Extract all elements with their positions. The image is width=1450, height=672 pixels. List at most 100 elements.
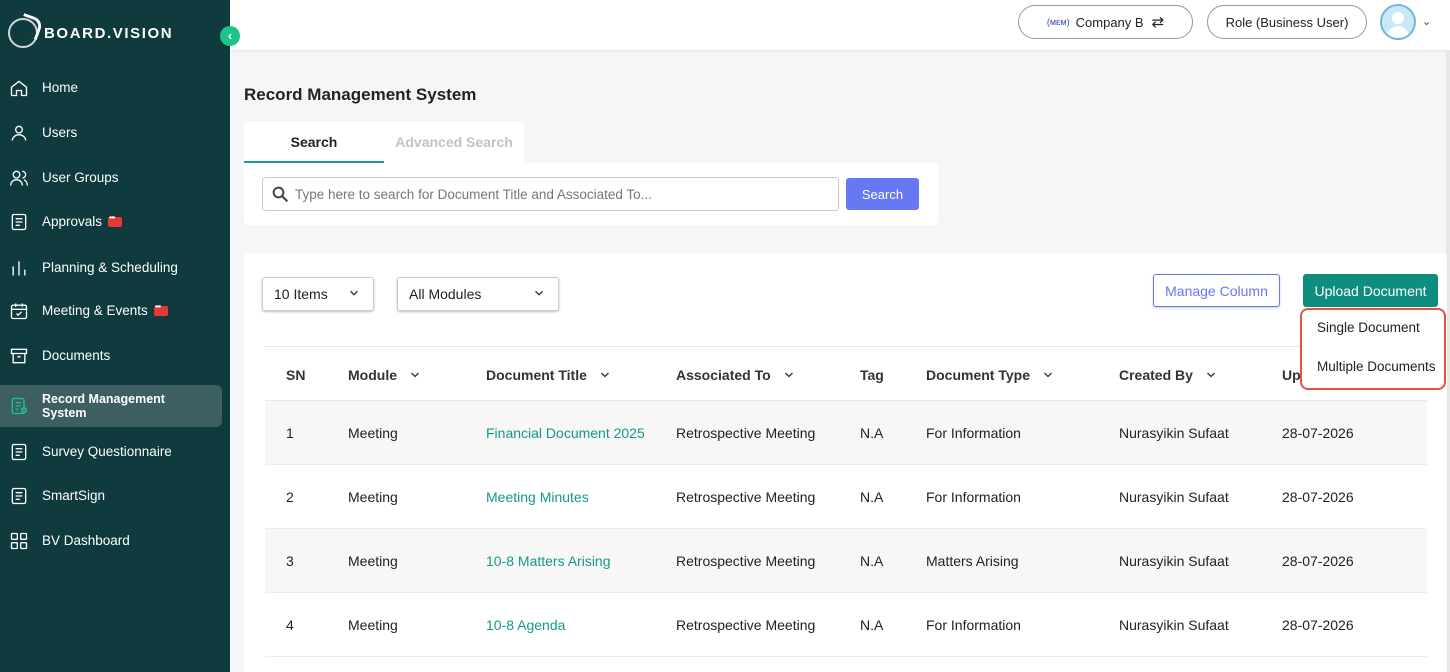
sidebar-item-label: Survey Questionnaire <box>42 444 172 459</box>
sidebar-item-survey[interactable]: Survey Questionnaire <box>0 430 222 474</box>
column-header-created-by[interactable]: Created By <box>1119 347 1217 402</box>
upload-document-button[interactable]: Upload Document <box>1303 274 1438 307</box>
items-per-page-value: 10 Items <box>274 286 328 302</box>
avatar[interactable] <box>1380 4 1416 40</box>
cell-sn: 1 <box>286 425 294 441</box>
sidebar-item-planning[interactable]: Planning & Scheduling <box>0 246 222 290</box>
column-header-tag: Tag <box>860 366 884 383</box>
sidebar-item-users[interactable]: Users <box>0 111 222 155</box>
smartsign-icon <box>9 486 29 506</box>
sort-chevron-icon[interactable] <box>783 369 795 381</box>
cell-module: Meeting <box>348 489 398 505</box>
cell-tag: N.A <box>860 617 884 633</box>
sidebar-item-meeting-events[interactable]: Meeting & Events <box>0 289 222 333</box>
chevron-down-icon <box>350 290 358 296</box>
menu-item-single-document[interactable]: Single Document <box>1317 320 1420 335</box>
cell-date: 28-07-2026 <box>1282 617 1354 633</box>
tab-search[interactable]: Search <box>244 122 384 163</box>
brand-name: BOARD.VISION <box>44 24 174 42</box>
table-row[interactable]: 3 Meeting 10-8 Matters Arising Retrospec… <box>265 529 1427 593</box>
users-icon <box>9 168 29 188</box>
sort-chevron-icon[interactable] <box>409 369 421 381</box>
search-input[interactable] <box>295 186 825 202</box>
sidebar-item-documents[interactable]: Documents <box>0 334 222 378</box>
column-header-document-title[interactable]: Document Title <box>486 347 611 402</box>
cell-created-by: Nurasyikin Sufaat <box>1119 553 1229 569</box>
document-title-link[interactable]: Financial Document 2025 <box>486 401 645 465</box>
cell-associated-to: Retrospective Meeting <box>676 425 816 441</box>
sort-chevron-icon[interactable] <box>599 369 611 381</box>
table-header: SN Module Document Title Associated To T… <box>265 346 1427 401</box>
sidebar-item-bv-dashboard[interactable]: BV Dashboard <box>0 519 222 563</box>
dashboard-icon <box>9 531 29 551</box>
sidebar-item-label: Documents <box>42 348 111 363</box>
sort-chevron-icon[interactable] <box>1205 369 1217 381</box>
document-title-link[interactable]: Meeting Minutes <box>486 465 589 529</box>
table-row[interactable]: 2 Meeting Meeting Minutes Retrospective … <box>265 465 1427 529</box>
cell-created-by: Nurasyikin Sufaat <box>1119 425 1229 441</box>
calendar-check-icon <box>9 301 29 321</box>
items-per-page-select[interactable]: 10 Items <box>262 277 374 311</box>
sidebar-item-label: BV Dashboard <box>42 533 130 548</box>
cell-document-type: For Information <box>926 617 1021 633</box>
sidebar-item-label: Approvals <box>42 214 103 229</box>
approvals-icon <box>9 212 29 232</box>
upload-document-menu: Single Document Multiple Documents <box>1300 308 1446 390</box>
home-icon <box>9 78 29 98</box>
sidebar-item-approvals[interactable]: Approvals <box>0 200 222 244</box>
cell-module: Meeting <box>348 425 398 441</box>
record-icon <box>9 396 29 416</box>
module-filter-select[interactable]: All Modules <box>397 277 559 311</box>
column-header-module[interactable]: Module <box>348 347 421 402</box>
sidebar-item-label: Users <box>42 125 78 140</box>
search-field[interactable] <box>262 177 839 211</box>
company-name: Company B <box>1075 14 1144 30</box>
sidebar-item-smartsign[interactable]: SmartSign <box>0 474 222 518</box>
cell-created-by: Nurasyikin Sufaat <box>1119 617 1229 633</box>
search-tabs: Search Advanced Search <box>244 122 524 163</box>
cell-date: 28-07-2026 <box>1282 553 1354 569</box>
manage-column-button[interactable]: Manage Column <box>1153 274 1280 307</box>
cell-tag: N.A <box>860 489 884 505</box>
column-header-document-type[interactable]: Document Type <box>926 347 1054 402</box>
chevron-down-icon <box>535 290 543 296</box>
document-title-link[interactable]: 10-8 Agenda <box>486 593 565 657</box>
records-card: 10 Items All Modules Manage Column Uploa… <box>244 253 1447 672</box>
sidebar-item-record-management[interactable]: Record Management System <box>0 385 222 427</box>
sidebar: BOARD.VISION Home Users User Groups Appr… <box>0 0 230 672</box>
cell-tag: N.A <box>860 553 884 569</box>
column-header-associated-to[interactable]: Associated To <box>676 347 795 402</box>
cell-sn: 2 <box>286 489 294 505</box>
role-switcher[interactable]: Role (Business User) <box>1207 5 1367 39</box>
search-icon <box>272 186 288 202</box>
table-row[interactable]: 1 Meeting Financial Document 2025 Retros… <box>265 401 1427 465</box>
sidebar-item-label: User Groups <box>42 170 119 185</box>
company-switcher[interactable]: (ᴍᴇᴍ) Company B ⇄ <box>1018 5 1193 39</box>
search-button[interactable]: Search <box>846 178 919 210</box>
document-title-link[interactable]: 10-8 Matters Arising <box>486 529 611 593</box>
top-header: (ᴍᴇᴍ) Company B ⇄ Role (Business User) ⌄ <box>230 0 1450 50</box>
cell-date: 28-07-2026 <box>1282 425 1354 441</box>
bar-chart-icon <box>9 258 29 278</box>
menu-item-multiple-documents[interactable]: Multiple Documents <box>1317 359 1436 374</box>
records-table: SN Module Document Title Associated To T… <box>265 346 1427 657</box>
sidebar-item-user-groups[interactable]: User Groups <box>0 156 222 200</box>
cell-created-by: Nurasyikin Sufaat <box>1119 489 1229 505</box>
company-logo-icon: (ᴍᴇᴍ) <box>1046 17 1070 27</box>
table-row[interactable]: 4 Meeting 10-8 Agenda Retrospective Meet… <box>265 593 1427 657</box>
chevron-down-icon[interactable]: ⌄ <box>1422 15 1431 28</box>
notification-chat-icon <box>108 213 123 227</box>
search-panel: Search <box>244 163 938 225</box>
sort-chevron-icon[interactable] <box>1042 369 1054 381</box>
cell-date: 28-07-2026 <box>1282 489 1354 505</box>
sidebar-item-home[interactable]: Home <box>0 66 222 110</box>
collapse-sidebar-button[interactable]: ‹ <box>220 26 240 46</box>
cell-document-type: For Information <box>926 425 1021 441</box>
tab-advanced-search[interactable]: Advanced Search <box>384 122 524 163</box>
module-filter-value: All Modules <box>409 286 482 302</box>
brand-logo[interactable]: BOARD.VISION <box>8 18 173 48</box>
switch-arrows-icon: ⇄ <box>1151 14 1165 31</box>
sidebar-item-label: SmartSign <box>42 488 106 503</box>
cell-module: Meeting <box>348 617 398 633</box>
column-header-updated[interactable]: Up <box>1282 347 1301 402</box>
